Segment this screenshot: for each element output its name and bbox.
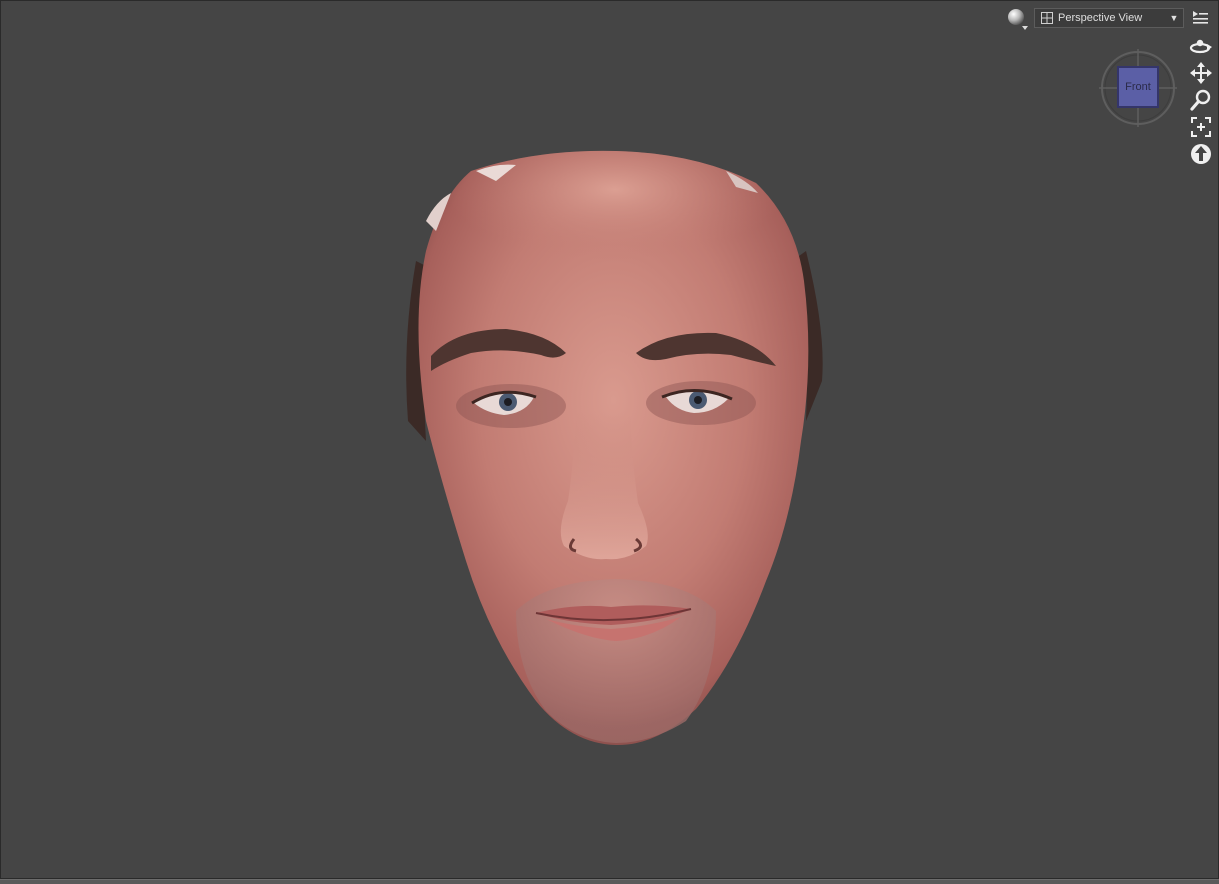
viewport-bottom-border bbox=[0, 879, 1219, 884]
3d-viewport[interactable]: Perspective View ▼ Front bbox=[0, 0, 1219, 879]
view-selector-dropdown[interactable]: Perspective View ▼ bbox=[1034, 8, 1184, 28]
pane-options-menu-icon[interactable] bbox=[1191, 9, 1209, 27]
view-cube-front-face[interactable]: Front bbox=[1117, 66, 1159, 108]
scanned-head-mesh[interactable] bbox=[396, 141, 836, 751]
sphere-render-style-icon[interactable] bbox=[1005, 7, 1031, 31]
view-selector-label: Perspective View bbox=[1058, 12, 1143, 24]
reset-view-icon[interactable] bbox=[1189, 142, 1213, 166]
triangle-down-icon: ▼ bbox=[1169, 13, 1179, 23]
orbit-icon[interactable] bbox=[1189, 34, 1213, 58]
pan-icon[interactable] bbox=[1189, 61, 1213, 85]
single-pane-layout-icon bbox=[1040, 11, 1054, 25]
view-cube-face-label: Front bbox=[1125, 81, 1151, 93]
zoom-icon[interactable] bbox=[1189, 88, 1213, 112]
frame-icon[interactable] bbox=[1189, 115, 1213, 139]
